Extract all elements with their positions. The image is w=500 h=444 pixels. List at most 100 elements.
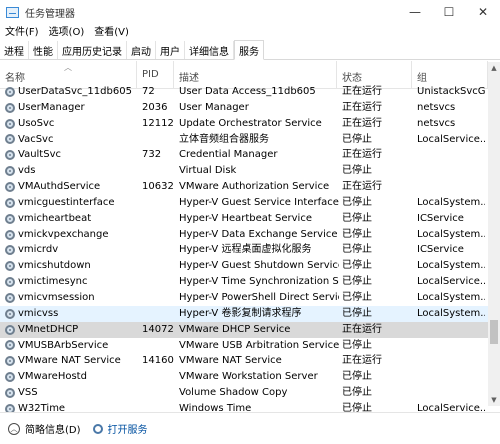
- window-controls: — ☐ ✕: [398, 0, 500, 24]
- service-pid: [142, 258, 176, 274]
- service-name-text: VSS: [18, 387, 38, 399]
- table-row[interactable]: VMAuthdService 10632 VMware Authorization …: [0, 179, 488, 195]
- window-title: 任务管理器: [25, 8, 75, 20]
- service-group: UnistackSvcG...: [417, 86, 485, 97]
- service-description: VMware DHCP Service: [179, 323, 291, 335]
- service-status: 已停止: [342, 339, 372, 351]
- tab-services[interactable]: 服务: [234, 40, 264, 60]
- service-gear-icon: [5, 356, 15, 367]
- table-row[interactable]: VMUSBArbService VMware USB Arbitration Se…: [0, 338, 488, 354]
- service-group: LocalSystem...: [417, 228, 485, 240]
- scroll-down-icon[interactable]: ▼: [488, 394, 500, 406]
- service-status: 已停止: [342, 276, 372, 288]
- service-pid: [142, 211, 176, 227]
- service-group: LocalSystem...: [417, 196, 485, 208]
- service-group: [417, 163, 485, 179]
- fewer-details-link[interactable]: 简略信息(D): [25, 421, 81, 436]
- service-group: LocalSystem...: [417, 307, 485, 319]
- service-status: 正在运行: [342, 86, 382, 97]
- service-pid: [142, 290, 176, 306]
- service-group: [417, 353, 485, 369]
- table-row[interactable]: UserManager 2036 User Manager 正在运行 netsvcs: [0, 100, 488, 116]
- table-row[interactable]: VMwareHostd VMware Workstation Server 已停止: [0, 369, 488, 385]
- table-row[interactable]: UsoSvc 12112 Update Orchestrator Service 正在…: [0, 116, 488, 132]
- service-group: [417, 322, 485, 338]
- service-name-text: vmicshutdown: [18, 260, 91, 272]
- service-description: Hyper-V Guest Service Interface: [179, 196, 339, 208]
- table-row[interactable]: VacSvc 立体音频组合器服务 已停止 LocalService...: [0, 132, 488, 148]
- service-pid: [142, 163, 176, 179]
- service-description: Volume Shadow Copy: [179, 387, 288, 399]
- services-table: UserDataSvc_11db605 72 User Data Access_11…: [0, 84, 488, 417]
- open-services-link[interactable]: 打开服务: [92, 421, 148, 436]
- service-name-text: UserDataSvc_11db605: [18, 86, 132, 97]
- service-status: 已停止: [342, 307, 372, 319]
- service-name: vmicvmsession: [5, 290, 137, 306]
- service-description: User Data Access_11db605: [179, 86, 316, 97]
- table-row[interactable]: vmicvmsession Hyper-V PowerShell Direct S…: [0, 290, 488, 306]
- service-description: VMware Authorization Service: [179, 181, 330, 193]
- service-pid: 732: [142, 149, 162, 161]
- service-name: VMnetDHCP: [5, 322, 137, 338]
- scroll-thumb[interactable]: [490, 320, 498, 344]
- tab-processes[interactable]: 进程: [0, 41, 29, 59]
- table-row[interactable]: UserDataSvc_11db605 72 User Data Access_11…: [0, 84, 488, 100]
- table-row[interactable]: vmicrdv Hyper-V 远程桌面虚拟化服务 已停止 ICService: [0, 242, 488, 258]
- service-group: [417, 147, 485, 163]
- service-pid: [142, 385, 176, 401]
- service-name: VacSvc: [5, 132, 137, 148]
- service-name-text: vmickvpexchange: [18, 228, 109, 240]
- maximize-button[interactable]: ☐: [432, 0, 466, 24]
- service-name-text: vmicrdv: [18, 244, 59, 256]
- chevron-up-circle-icon[interactable]: ︿: [8, 422, 20, 435]
- table-row[interactable]: vmicvss Hyper-V 卷影复制请求程序 已停止 LocalSystem...: [0, 305, 488, 322]
- service-gear-icon: [5, 181, 15, 192]
- service-gear-icon: [5, 150, 15, 161]
- service-name: vmicrdv: [5, 242, 137, 258]
- service-name: vmickvpexchange: [5, 227, 137, 243]
- service-group: netsvcs: [417, 101, 456, 113]
- service-pid: [142, 306, 176, 322]
- service-pid: 2036: [142, 101, 168, 113]
- minimize-button[interactable]: —: [398, 0, 432, 24]
- table-row[interactable]: VaultSvc 732 Credential Manager 正在运行: [0, 147, 488, 163]
- tab-users[interactable]: 用户: [156, 41, 185, 59]
- menu-view[interactable]: 查看(V): [89, 23, 134, 38]
- vertical-scrollbar[interactable]: ▲ ▼: [488, 62, 500, 406]
- service-name: VMware NAT Service: [5, 353, 137, 369]
- table-row[interactable]: VSS Volume Shadow Copy 已停止: [0, 385, 488, 401]
- service-name: VMwareHostd: [5, 369, 137, 385]
- tab-performance[interactable]: 性能: [29, 41, 58, 59]
- service-name: vmicguestinterface: [5, 195, 137, 211]
- service-pid: [142, 132, 176, 148]
- task-manager-icon: [6, 6, 19, 18]
- close-button[interactable]: ✕: [466, 0, 500, 24]
- service-gear-icon: [5, 102, 15, 113]
- tab-app-history[interactable]: 应用历史记录: [58, 41, 127, 59]
- tab-startup[interactable]: 启动: [127, 41, 156, 59]
- table-row[interactable]: vmicheartbeat Hyper-V Heartbeat Service 已停…: [0, 211, 488, 227]
- service-pid: [142, 242, 176, 258]
- service-description: Hyper-V 远程桌面虚拟化服务: [179, 244, 312, 256]
- table-row[interactable]: vds Virtual Disk 已停止: [0, 163, 488, 179]
- service-group: LocalSystem...: [417, 260, 485, 272]
- table-row[interactable]: VMware NAT Service 14160 VMware NAT Servic…: [0, 353, 488, 369]
- menu-options[interactable]: 选项(O): [44, 23, 90, 38]
- service-status: 已停止: [342, 387, 372, 399]
- table-row[interactable]: vmicshutdown Hyper-V Guest Shutdown Servi…: [0, 258, 488, 274]
- menu-file[interactable]: 文件(F): [0, 23, 44, 38]
- service-gear-icon: [5, 245, 15, 256]
- scroll-up-icon[interactable]: ▲: [488, 62, 500, 74]
- service-name-text: VaultSvc: [18, 149, 61, 161]
- open-services-label: 打开服务: [107, 425, 148, 436]
- table-row[interactable]: vmictimesync Hyper-V Time Synchronization…: [0, 274, 488, 290]
- table-row[interactable]: VMnetDHCP 14072 VMware DHCP Service 正在运行: [0, 321, 488, 338]
- table-row[interactable]: vmickvpexchange Hyper-V Data Exchange Ser…: [0, 227, 488, 243]
- tab-details[interactable]: 详细信息: [185, 41, 234, 59]
- service-description: Hyper-V Time Synchronization Se...: [179, 276, 339, 288]
- table-row[interactable]: vmicguestinterface Hyper-V Guest Service …: [0, 195, 488, 211]
- service-name: vmicvss: [5, 306, 137, 322]
- service-status: 已停止: [342, 371, 372, 383]
- service-name-text: vds: [18, 165, 36, 177]
- service-gear-icon: [5, 372, 15, 383]
